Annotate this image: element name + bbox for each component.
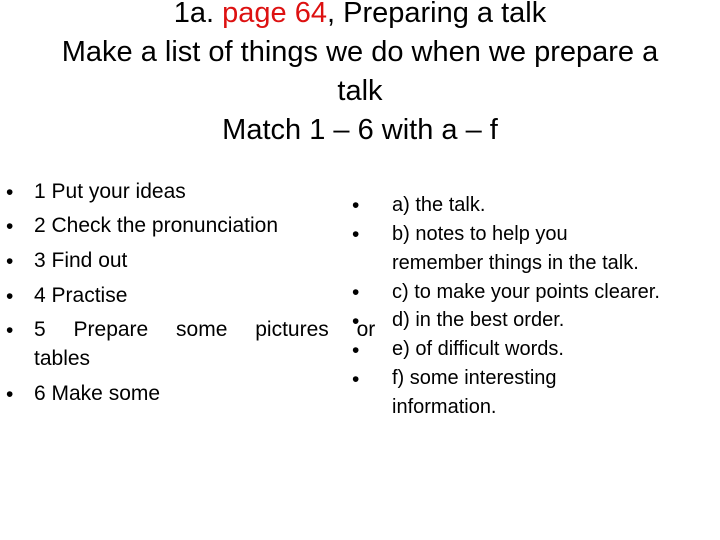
bullet-icon: • (352, 281, 360, 304)
list-item: a) the talk. (392, 194, 486, 216)
list-item: c) to make your points clearer. (392, 281, 660, 303)
list-item-continuation: information. (392, 396, 497, 418)
bullet-icon: • (352, 194, 360, 217)
list-item-continuation: tables (34, 347, 91, 370)
list-item: f) some interesting (392, 367, 557, 389)
list-item: e) of difficult words. (392, 338, 564, 360)
list-item: 3 Find out (34, 249, 128, 272)
list-item: b) notes to help you (392, 223, 568, 245)
bullet-icon: • (6, 215, 14, 238)
bullet-icon: • (6, 319, 14, 342)
list-item-continuation: remember things in the talk. (392, 252, 639, 274)
title-line-2: Make a list of things we do when we prep… (61, 36, 659, 68)
list-item: 4 Practise (34, 284, 128, 307)
list-item: 6 Make some (34, 382, 161, 405)
slide-title: 1a. page 64, Preparing a talk Make a lis… (0, 0, 720, 150)
title-line-4: Match 1 – 6 with a – f (222, 114, 498, 146)
list-item: 1 Put your ideas (34, 180, 186, 203)
bullet-icon: • (352, 223, 360, 246)
bullet-icon: • (6, 285, 14, 308)
bullet-icon: • (6, 181, 14, 204)
page-reference: page 64 (222, 0, 327, 29)
list-item: d) in the best order. (392, 309, 565, 331)
bullet-icon: • (6, 250, 14, 273)
list-item: 2 Check the pronunciation (34, 214, 278, 237)
bullet-icon: • (352, 310, 360, 333)
bullet-icon: • (352, 368, 360, 391)
title-line-1: 1a. page 64, Preparing a talk (0, 0, 720, 33)
bullet-icon: • (352, 339, 360, 362)
title-line-3: talk (337, 75, 383, 107)
bullet-icon: • (6, 383, 14, 406)
